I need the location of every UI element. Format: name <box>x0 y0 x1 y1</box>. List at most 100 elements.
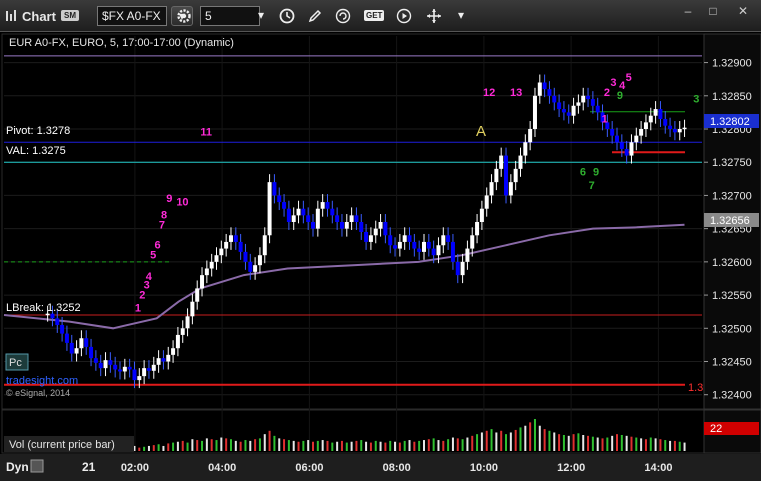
candle-body <box>455 261 460 276</box>
gear-icon[interactable] <box>176 8 192 24</box>
candle-body <box>436 245 441 256</box>
toolbar-more-button[interactable]: ▾ <box>452 6 470 26</box>
interval-input[interactable] <box>200 6 260 26</box>
candle-body <box>508 182 513 196</box>
volume-bar <box>611 435 614 451</box>
move-icon[interactable] <box>426 8 442 24</box>
candle-body <box>397 241 402 249</box>
candle-body <box>446 235 451 242</box>
candle-body <box>156 358 161 365</box>
candle-body <box>272 182 277 196</box>
volume-bar <box>495 432 498 451</box>
volume-bar <box>374 440 377 451</box>
candle-body <box>566 112 571 116</box>
volume-bar <box>244 440 247 451</box>
count-label: 1 <box>135 303 141 315</box>
candle-body <box>523 142 528 156</box>
candle-body <box>311 222 316 229</box>
symbol-input[interactable] <box>97 6 167 26</box>
candle-body <box>513 168 518 183</box>
candle-body <box>118 369 123 372</box>
volume-bar <box>451 437 454 451</box>
restore-button[interactable]: □ <box>705 4 721 18</box>
volume-bar <box>456 438 459 451</box>
x-tick-label: 14:00 <box>644 462 672 474</box>
candle-body <box>653 109 658 116</box>
volume-bar <box>215 440 218 451</box>
volume-bar <box>572 434 575 451</box>
title-badge: SM <box>61 10 79 21</box>
volume-bar <box>654 438 657 451</box>
close-button[interactable]: ✕ <box>735 4 751 18</box>
candle-body <box>224 241 229 249</box>
candle-body <box>557 102 562 110</box>
candle-body <box>219 248 224 256</box>
candle-body <box>595 105 600 113</box>
candle-body <box>672 129 677 133</box>
candle-body <box>214 255 219 262</box>
volume-bar <box>490 429 493 451</box>
candle-body <box>648 115 653 123</box>
count-label: 12 <box>483 87 495 99</box>
volume-bar <box>587 435 590 451</box>
minimize-button[interactable]: – <box>680 4 696 18</box>
clock-icon[interactable] <box>279 8 295 24</box>
candle-body <box>470 235 475 249</box>
count-label: 9 <box>593 167 599 179</box>
count-label: 1 <box>602 113 608 125</box>
pencil-icon[interactable] <box>307 8 323 24</box>
volume-bar <box>403 440 406 451</box>
volume-bar <box>413 441 416 451</box>
candle-body <box>74 348 79 354</box>
volume-bar <box>669 440 672 451</box>
interval-dropdown-button[interactable]: ▾ <box>252 6 270 26</box>
dyn-toggle-icon[interactable] <box>30 459 44 473</box>
candle-body <box>417 248 422 252</box>
dyn-label[interactable]: Dyn <box>6 460 29 474</box>
candle-body <box>663 119 668 126</box>
refresh-icon[interactable] <box>335 8 351 24</box>
get-icon[interactable]: GET <box>364 10 385 21</box>
volume-bar <box>350 441 353 451</box>
volume-bar <box>283 439 286 451</box>
volume-bar <box>316 440 319 451</box>
volume-bar <box>326 440 329 451</box>
candle-body <box>431 248 436 256</box>
x-tick-label: 08:00 <box>383 462 411 474</box>
x-tick-label: 06:00 <box>295 462 323 474</box>
volume-bar <box>678 441 681 451</box>
candle-body <box>238 241 243 252</box>
volume-bar <box>553 432 556 451</box>
play-icon[interactable] <box>396 8 412 24</box>
candle-body <box>142 368 147 377</box>
volume-bar <box>543 429 546 451</box>
volume-bar <box>673 440 676 451</box>
red-level-label: 1.3 <box>688 382 703 394</box>
price-chart[interactable]: 123456789 101112 13123 459 36 97 1.329001.328… <box>0 32 761 481</box>
candle-body <box>291 215 296 222</box>
candle-body <box>388 235 393 246</box>
volume-label: Vol (current price bar) <box>9 439 115 451</box>
candle-body <box>373 228 378 236</box>
candle-body <box>407 235 412 242</box>
window-title: Chart <box>22 9 56 24</box>
count-label: 4 <box>146 271 153 283</box>
candle-body <box>639 129 644 136</box>
candle-body <box>64 333 69 343</box>
volume-bar <box>447 439 450 451</box>
volume-bar <box>258 438 261 451</box>
volume-bar <box>384 442 387 451</box>
candle-body <box>84 338 89 347</box>
volume-bar <box>480 432 483 451</box>
volume-bar <box>369 442 372 451</box>
volume-bar <box>485 430 488 451</box>
x-tick-label: 12:00 <box>557 462 585 474</box>
candle-body <box>344 222 349 229</box>
candle-body <box>60 324 65 334</box>
volume-bar <box>664 440 667 451</box>
y-tick-label: 1.32400 <box>712 390 752 402</box>
volume-bar <box>263 434 266 451</box>
candle-body <box>504 155 509 196</box>
candle-body <box>296 208 301 216</box>
volume-bar <box>186 442 189 451</box>
